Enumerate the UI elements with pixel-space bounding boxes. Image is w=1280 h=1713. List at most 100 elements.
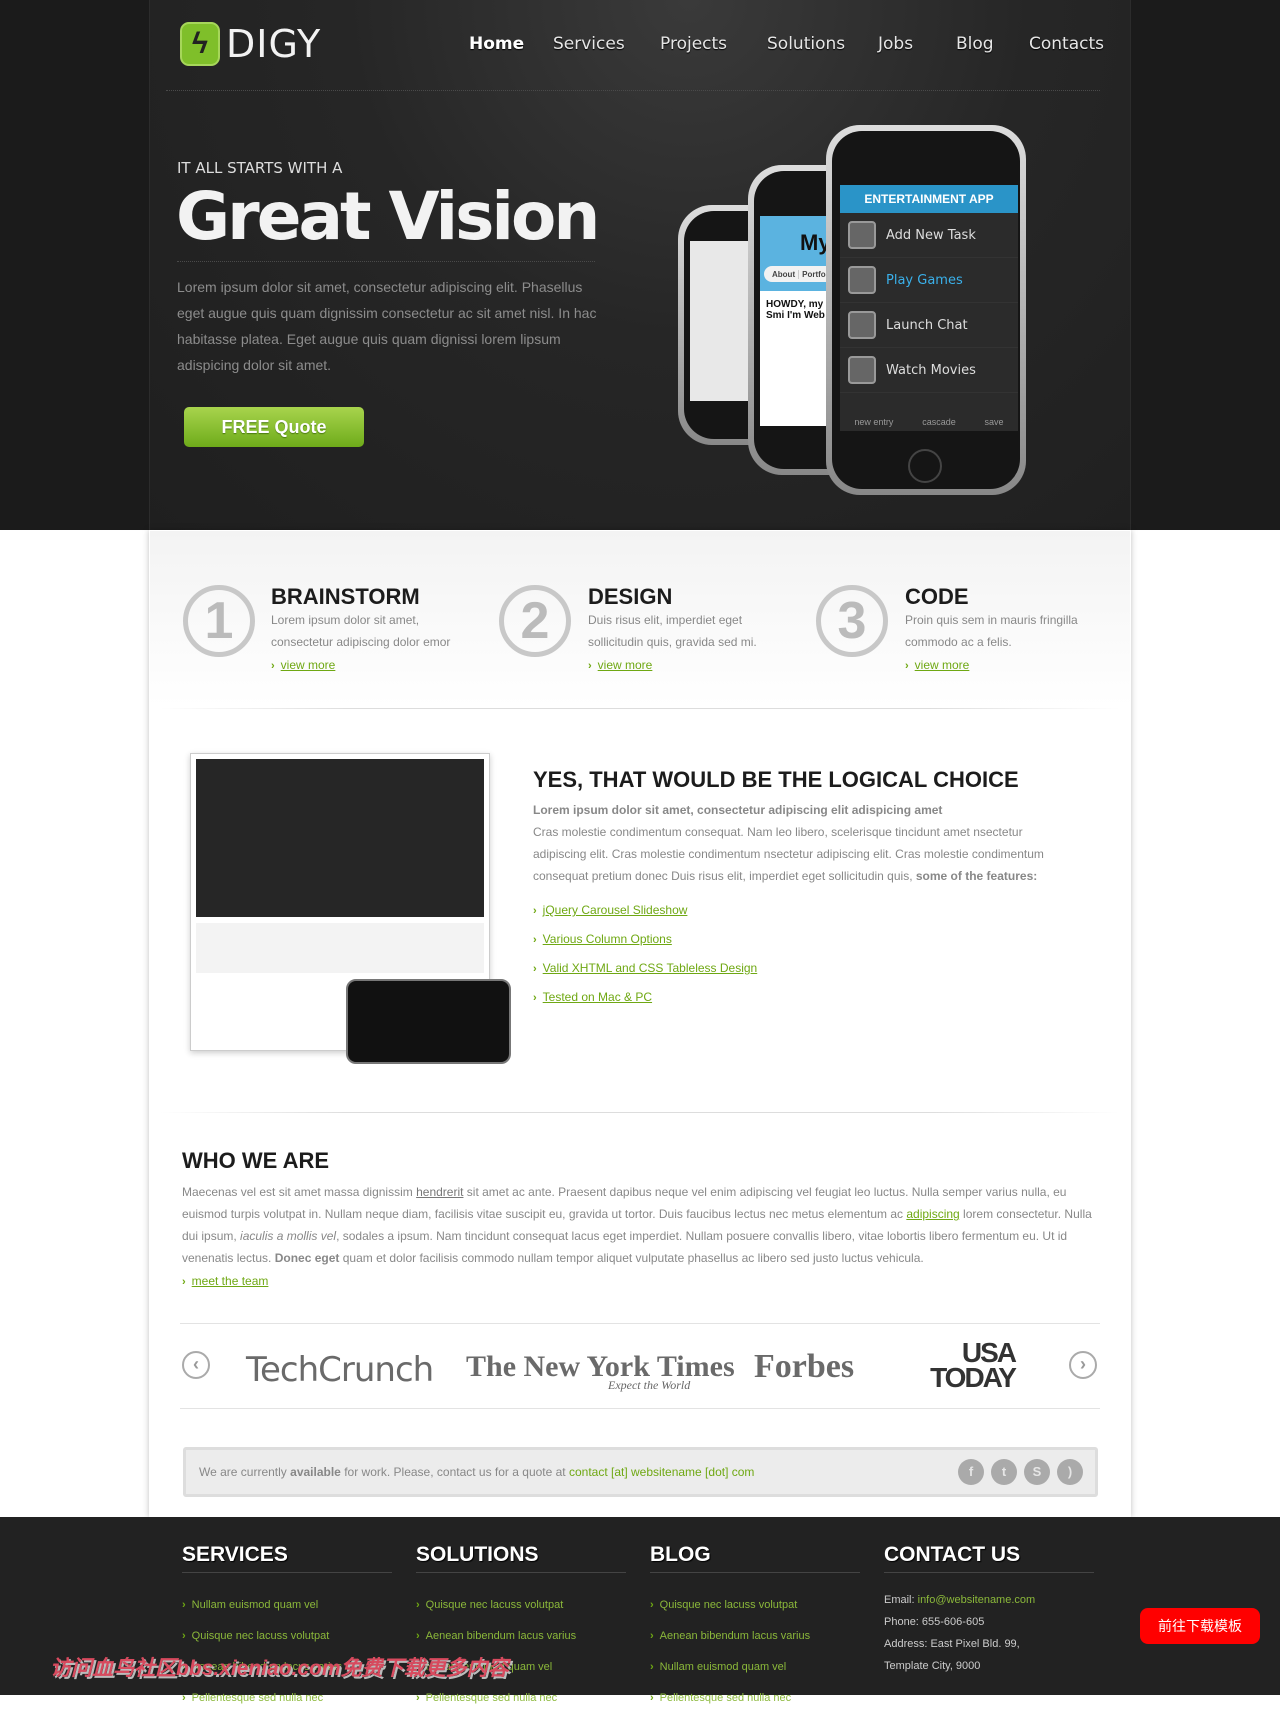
- twitter-icon[interactable]: t: [991, 1459, 1017, 1485]
- view-more-link[interactable]: view more: [598, 658, 653, 672]
- nav-blog[interactable]: Blog: [956, 34, 994, 54]
- step-text: Proin quis sem in mauris fringilla commo…: [905, 613, 1078, 649]
- hero-text: Lorem ipsum dolor sit amet, consectetur …: [177, 279, 597, 373]
- nyt-tagline: Expect the World: [608, 1378, 691, 1392]
- footer-link[interactable]: Quisque nec lacuss volutpat: [192, 1630, 330, 1642]
- contact-email-link[interactable]: contact [at] websitename [dot] com: [569, 1465, 754, 1479]
- step-number-2: 2: [499, 585, 571, 657]
- footer-solutions-title: SOLUTIONS: [416, 1543, 539, 1566]
- availability-text: We are currently available for work. Ple…: [199, 1465, 755, 1479]
- carousel-prev-icon[interactable]: ‹: [182, 1351, 210, 1379]
- techcrunch-logo: TechCrunch: [246, 1350, 434, 1390]
- phone-row: Watch Movies: [840, 348, 1018, 393]
- divider: [180, 1323, 1100, 1324]
- hero-kicker: IT ALL STARTS WITH A: [177, 159, 343, 177]
- step-title: CODE: [905, 584, 969, 609]
- hero-title: Great Vision: [176, 178, 600, 255]
- step-text: Duis risus elit, imperdiet eget sollicit…: [588, 613, 757, 649]
- nav-projects[interactable]: Projects: [660, 34, 727, 54]
- footer-blog-title: BLOG: [650, 1543, 711, 1566]
- choice-title: YES, THAT WOULD BE THE LOGICAL CHOICE: [533, 767, 1019, 792]
- trophy-icon: [848, 266, 876, 294]
- phone-row: Add New Task: [840, 213, 1018, 258]
- template-preview-image: [190, 753, 511, 1064]
- nav-home[interactable]: Home: [469, 34, 524, 54]
- footer-address: Template City, 9000: [884, 1660, 981, 1672]
- footer-link[interactable]: Pellentesque sed nulla nec: [426, 1692, 557, 1704]
- home-button-icon: [908, 449, 942, 483]
- choice-lead: Lorem ipsum dolor sit amet, consectetur …: [533, 803, 943, 817]
- phone-header: ENTERTAINMENT APP: [840, 185, 1018, 213]
- monitor-icon: [848, 356, 876, 384]
- free-quote-button[interactable]: FREE Quote: [184, 407, 364, 447]
- divider: [160, 1112, 1120, 1113]
- phone-mid-tab-about: About: [772, 269, 796, 279]
- logo[interactable]: ϟ DIGY: [180, 22, 321, 66]
- bolt-icon: ϟ: [180, 22, 220, 66]
- divider: [884, 1572, 1094, 1573]
- view-more-link[interactable]: view more: [915, 658, 970, 672]
- divider: [180, 1408, 1100, 1409]
- nav-contacts[interactable]: Contacts: [1029, 34, 1104, 54]
- phone-row: Launch Chat: [840, 303, 1018, 348]
- feature-link[interactable]: Valid XHTML and CSS Tableless Design: [543, 961, 758, 975]
- step-number-1: 1: [183, 585, 255, 657]
- nav-jobs[interactable]: Jobs: [878, 34, 913, 54]
- divider: [166, 90, 1100, 91]
- usa-today-logo: USA TODAY: [930, 1337, 1017, 1393]
- nav-services[interactable]: Services: [553, 34, 625, 54]
- chat-icon: [848, 311, 876, 339]
- divider: [416, 1572, 626, 1573]
- step-number-3: 3: [816, 585, 888, 657]
- hendrerit-link[interactable]: hendrerit: [416, 1185, 463, 1199]
- footer-link[interactable]: Quisque nec lacuss volutpat: [660, 1599, 798, 1611]
- skype-icon[interactable]: S: [1024, 1459, 1050, 1485]
- divider: [182, 1572, 392, 1573]
- footer-services-list: › Nullam euismod quam vel › Quisque nec la…: [182, 1599, 343, 1704]
- phone-tab: cascade: [922, 417, 956, 427]
- footer-link[interactable]: Nullam euismod quam vel: [192, 1599, 319, 1611]
- footer-link[interactable]: Pellentesque sed nulla nec: [192, 1692, 323, 1704]
- footer-services-title: SERVICES: [182, 1543, 288, 1566]
- feature-link[interactable]: Tested on Mac & PC: [543, 990, 652, 1004]
- feature-link[interactable]: jQuery Carousel Slideshow: [543, 903, 688, 917]
- footer-blog-list: › Quisque nec lacuss volutpat › Aenean bib…: [650, 1599, 811, 1704]
- phone-row: Play Games: [840, 258, 1018, 303]
- forbes-logo: Forbes: [754, 1348, 855, 1385]
- rss-icon[interactable]: ): [1057, 1459, 1083, 1485]
- footer-link[interactable]: Nullam euismod quam vel: [660, 1661, 787, 1673]
- feature-link[interactable]: Various Column Options: [543, 932, 672, 946]
- footer-solutions-list: › Quisque nec lacuss volutpat › Aenean bib…: [416, 1599, 577, 1704]
- phone-tab: new entry: [854, 417, 894, 427]
- phone-tab: save: [984, 417, 1004, 427]
- adipiscing-link[interactable]: adipiscing: [906, 1207, 959, 1221]
- divider: [160, 708, 1120, 709]
- watermark: 访问血鸟社区bbs.xieniao.com免费下载更多内容: [50, 1657, 509, 1680]
- step-title: BRAINSTORM: [271, 584, 420, 609]
- step-title: DESIGN: [588, 584, 673, 609]
- phone-front: ENTERTAINMENT APP Add New Task Play Game…: [826, 125, 1026, 495]
- choice-text: Cras molestie condimentum consequat. Nam…: [533, 825, 1044, 883]
- facebook-icon[interactable]: f: [958, 1459, 984, 1485]
- view-more-link[interactable]: view more: [281, 658, 336, 672]
- nyt-logo: The New York Times: [466, 1350, 735, 1383]
- meet-the-team-link[interactable]: meet the team: [192, 1274, 269, 1288]
- footer-contact-info: Email: info@websitename.com Phone: 655-6…: [884, 1589, 1035, 1677]
- footer-link[interactable]: Aenean bibendum lacus varius: [426, 1630, 576, 1642]
- footer-link[interactable]: Pellentesque sed nulla nec: [660, 1692, 791, 1704]
- footer-phone: Phone: 655-606-605: [884, 1616, 985, 1628]
- who-title: WHO WE ARE: [182, 1148, 330, 1173]
- download-template-button[interactable]: 前往下载模板: [1140, 1608, 1260, 1644]
- divider: [650, 1572, 860, 1573]
- footer-address: Address: East Pixel Bld. 99,: [884, 1638, 1020, 1650]
- nav-solutions[interactable]: Solutions: [767, 34, 845, 54]
- availability-bar: We are currently available for work. Ple…: [183, 1447, 1098, 1497]
- divider: [177, 261, 595, 262]
- footer-link[interactable]: Aenean bibendum lacus varius: [660, 1630, 810, 1642]
- step-text: Lorem ipsum dolor sit amet, consectetur …: [271, 613, 451, 649]
- carousel-next-icon[interactable]: ›: [1069, 1351, 1097, 1379]
- footer-link[interactable]: Quisque nec lacuss volutpat: [426, 1599, 564, 1611]
- task-icon: [848, 221, 876, 249]
- who-text: Maecenas vel est sit amet massa dignissi…: [182, 1185, 1092, 1265]
- footer-email-link[interactable]: info@websitename.com: [918, 1594, 1036, 1606]
